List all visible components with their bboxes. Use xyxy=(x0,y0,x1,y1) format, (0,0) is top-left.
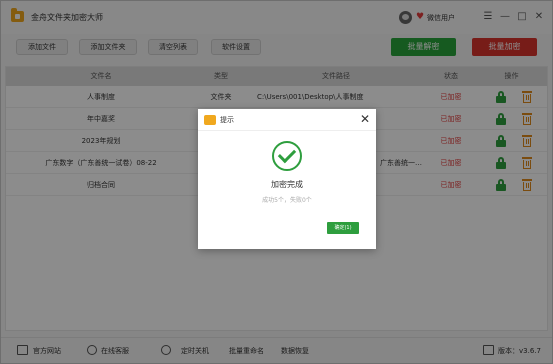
dialog-message: 加密完成 xyxy=(271,180,303,189)
dialog-title: 提示 xyxy=(220,116,234,124)
dialog-close-button[interactable]: ✕ xyxy=(358,112,372,126)
completion-dialog: 提示 ✕ 加密完成 成功5个，失败0个 确定(1) xyxy=(198,109,376,249)
check-circle-icon xyxy=(272,141,302,171)
confirm-button[interactable]: 确定(1) xyxy=(327,222,359,234)
folder-logo-icon xyxy=(204,115,216,125)
dialog-summary: 成功5个，失败0个 xyxy=(262,197,312,204)
dialog-header: 提示 ✕ xyxy=(198,109,376,131)
